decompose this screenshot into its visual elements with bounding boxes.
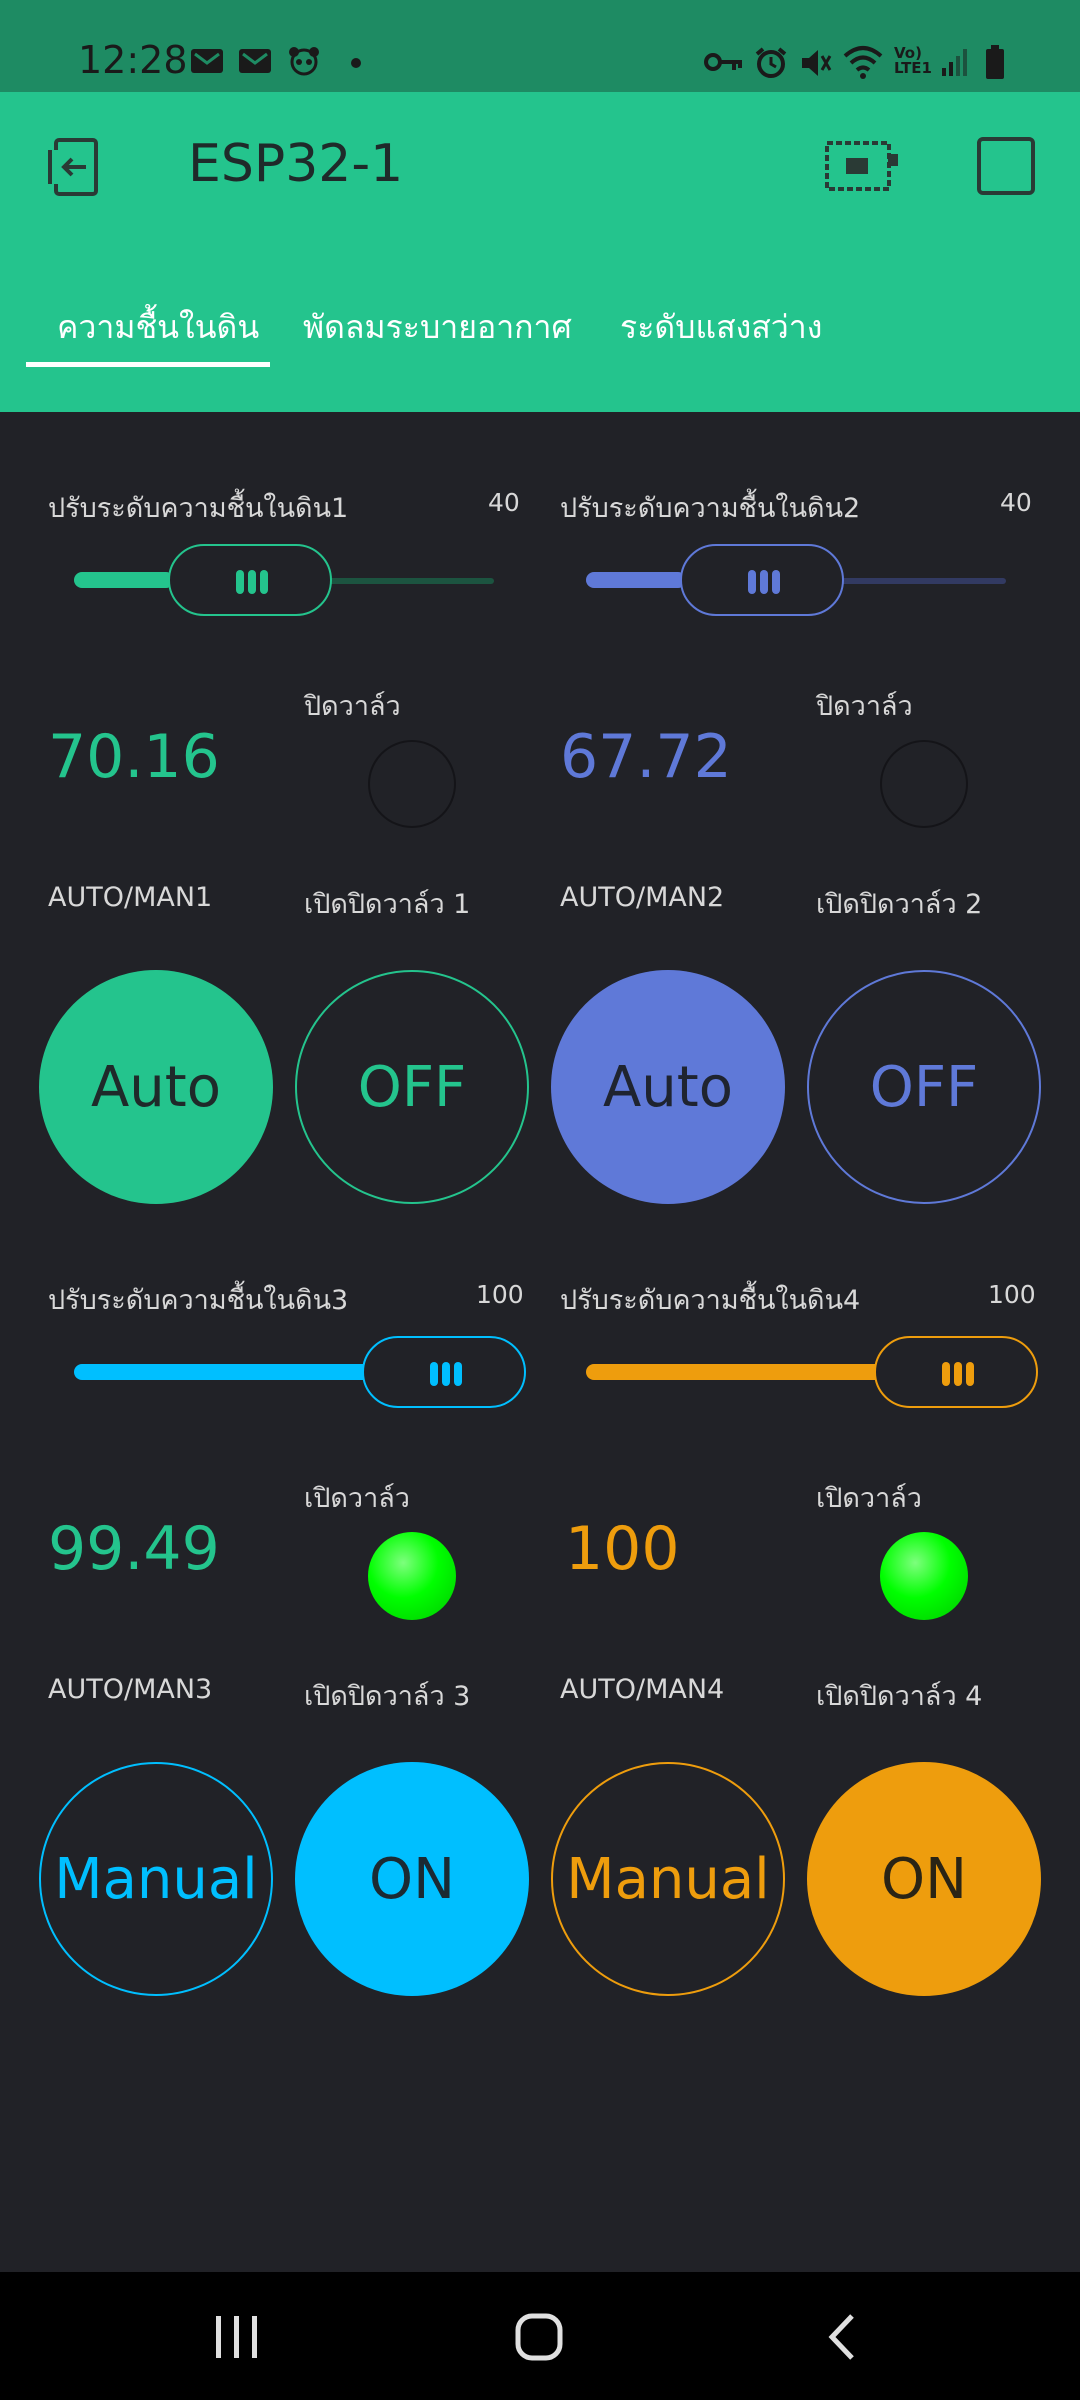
- auto-man-label: AUTO/MAN2: [560, 882, 725, 913]
- slider-value: 100: [988, 1280, 1036, 1309]
- active-tab-indicator: [26, 362, 270, 367]
- valve-status-label: ปิดวาล์ว: [816, 691, 913, 722]
- slider-handle[interactable]: [168, 544, 332, 616]
- board-icon[interactable]: [824, 140, 898, 192]
- auto-man-label: AUTO/MAN1: [48, 882, 213, 913]
- slider-label: ปรับระดับความชื้นในดิน2: [560, 493, 861, 524]
- slider-handle[interactable]: [362, 1336, 526, 1408]
- valve-toggle-button[interactable]: OFF: [807, 970, 1041, 1204]
- valve-toggle-label: เปิดปิดวาล์ว 1: [304, 889, 471, 920]
- grip-icon: [236, 570, 268, 594]
- tab-light-level[interactable]: ระดับแสงสว่าง: [620, 302, 822, 353]
- valve-toggle-label: เปิดปิดวาล์ว 4: [816, 1681, 983, 1712]
- slider-handle[interactable]: [874, 1336, 1038, 1408]
- slider-value: 40: [1000, 488, 1032, 517]
- system-nav-bar: [0, 2272, 1080, 2400]
- valve-led: [880, 1532, 968, 1620]
- valve-status-label: ปิดวาล์ว: [304, 691, 401, 722]
- auto-man-button[interactable]: Auto: [39, 970, 273, 1204]
- slider-value: 100: [476, 1280, 524, 1309]
- recents-icon[interactable]: [212, 2314, 262, 2360]
- moisture-value: 70.16: [48, 722, 220, 792]
- slider-value: 40: [488, 488, 520, 517]
- home-icon[interactable]: [514, 2312, 564, 2362]
- alarm-icon: [755, 47, 787, 78]
- valve-toggle-button[interactable]: ON: [807, 1762, 1041, 1996]
- grip-icon: [748, 570, 780, 594]
- dot-icon: [351, 58, 361, 68]
- status-bar: 12:28 Vo) LTE1: [0, 0, 1080, 92]
- auto-man-button[interactable]: Manual: [39, 1762, 273, 1996]
- mute-icon: [802, 50, 832, 76]
- tab-bar: ความชื้นในดิน พัดลมระบายอากาศ ระดับแสงสว…: [0, 290, 1080, 370]
- gmail-icon: [191, 49, 223, 73]
- slider-fill: [586, 1364, 886, 1380]
- valve-toggle-label: เปิดปิดวาล์ว 2: [816, 889, 983, 920]
- gmail-icon: [239, 49, 271, 73]
- square-icon[interactable]: [976, 136, 1036, 196]
- tab-ventilation-fan[interactable]: พัดลมระบายอากาศ: [303, 302, 572, 353]
- slider-fill: [74, 1364, 374, 1380]
- slider-label: ปรับระดับความชื้นในดิน1: [48, 493, 349, 524]
- status-time: 12:28: [78, 38, 188, 82]
- wifi-icon: [843, 46, 883, 79]
- valve-led: [368, 740, 456, 828]
- battery-icon: [986, 45, 1004, 79]
- auto-man-button[interactable]: Manual: [551, 1762, 785, 1996]
- slider-label: ปรับระดับความชื้นในดิน3: [48, 1285, 349, 1316]
- valve-toggle-label: เปิดปิดวาล์ว 3: [304, 1681, 471, 1712]
- slider-fill: [586, 572, 686, 588]
- valve-led: [368, 1532, 456, 1620]
- slider-fill: [74, 572, 174, 588]
- auto-man-label: AUTO/MAN3: [48, 1674, 213, 1705]
- back-icon[interactable]: [822, 2312, 862, 2362]
- exit-icon[interactable]: [42, 136, 108, 200]
- page-title: ESP32-1: [188, 134, 404, 194]
- grip-icon: [430, 1362, 462, 1386]
- valve-status-label: เปิดวาล์ว: [816, 1483, 922, 1514]
- key-icon: [704, 53, 742, 71]
- grip-icon: [942, 1362, 974, 1386]
- valve-toggle-button[interactable]: OFF: [295, 970, 529, 1204]
- network-label: Vo) LTE1: [894, 44, 932, 77]
- valve-status-label: เปิดวาล์ว: [304, 1483, 410, 1514]
- panda-icon: [289, 47, 319, 76]
- moisture-value: 99.49: [48, 1514, 220, 1584]
- signal-icon: [942, 49, 967, 76]
- valve-led: [880, 740, 968, 828]
- slider-label: ปรับระดับความชื้นในดิน4: [560, 1285, 861, 1316]
- tab-soil-moisture[interactable]: ความชื้นในดิน: [57, 302, 259, 353]
- auto-man-label: AUTO/MAN4: [560, 1674, 725, 1705]
- auto-man-button[interactable]: Auto: [551, 970, 785, 1204]
- moisture-value: 67.72: [560, 722, 732, 792]
- slider-handle[interactable]: [680, 544, 844, 616]
- valve-toggle-button[interactable]: ON: [295, 1762, 529, 1996]
- moisture-value: 100: [565, 1514, 680, 1584]
